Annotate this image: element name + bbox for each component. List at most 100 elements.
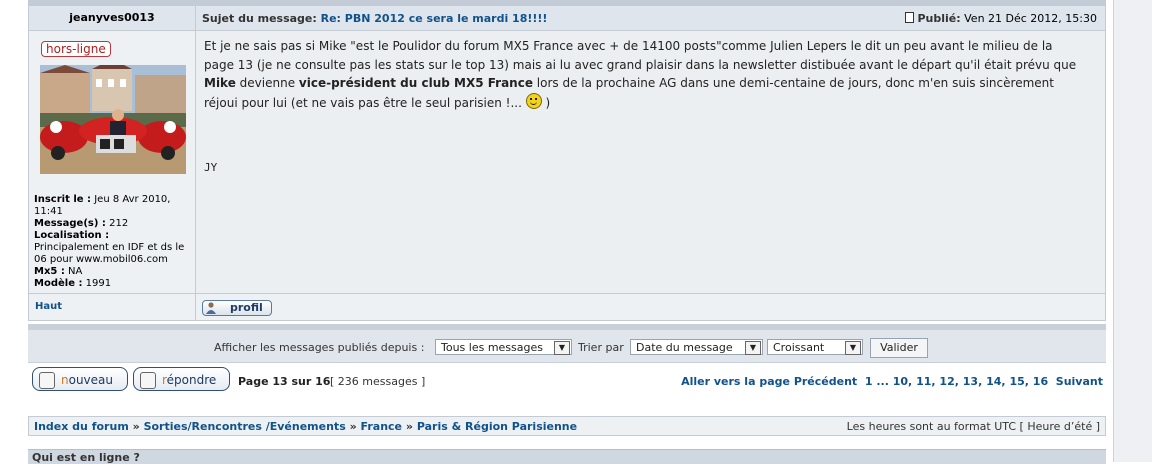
new-topic-button[interactable]: nouveau	[32, 367, 128, 391]
reply-label-rest: épondre	[166, 373, 217, 387]
body-text-1: Et je ne sais pas si Mike "est le Poulid…	[204, 39, 1077, 72]
body-bold-1: Mike	[204, 76, 236, 90]
profile-button[interactable]: profil	[202, 300, 272, 316]
who-online-title: Qui est en ligne ?	[32, 451, 140, 464]
breadcrumb-separator: »	[132, 420, 140, 433]
sort-order-select[interactable]: Croissant ▼	[767, 339, 863, 355]
page-link[interactable]: 15,	[1009, 375, 1029, 388]
post-body-row: hors-ligne Inscrit le: Jeu 8 Avr 2010, …	[28, 30, 1106, 294]
profile-cell: hors-ligne Inscrit le: Jeu 8 Avr 2010, …	[28, 30, 196, 294]
published-info: Publié: Ven 21 Déc 2012, 15:30	[905, 12, 1097, 25]
messages-label: Message(s) :	[34, 218, 106, 229]
body-bold-2: vice-président du club MX5 France	[298, 76, 533, 90]
breadcrumb-item-paris[interactable]: Paris & Région Parisienne	[417, 420, 577, 433]
breadcrumb-item-index[interactable]: Index du forum	[34, 420, 129, 433]
subject-label: Sujet du message:	[202, 12, 317, 25]
post-footer-row: Haut profil	[28, 293, 1106, 321]
author-name[interactable]: jeanyves0013	[29, 6, 195, 30]
next-page-link[interactable]: Suivant	[1056, 375, 1103, 388]
new-topic-label-first: n	[61, 373, 69, 387]
new-topic-label-rest: ouveau	[68, 373, 113, 387]
haut-cell: Haut	[28, 293, 196, 321]
reply-button[interactable]: répondre	[133, 367, 230, 391]
subject-cell: Sujet du message: Re: PBN 2012 ce sera l…	[195, 5, 1106, 31]
signature: JY	[204, 161, 218, 174]
meta-messages: Message(s) : 212	[34, 218, 194, 230]
depuis-value: Tous les messages	[441, 341, 543, 354]
message-cell: Et je ne sais pas si Mike "est le Poulid…	[195, 30, 1106, 294]
subject-line: Sujet du message: Re: PBN 2012 ce sera l…	[202, 12, 547, 25]
meta-modele: Modèle : 1991	[34, 278, 194, 290]
page-info: Page 13 sur 16	[238, 375, 331, 388]
user-icon	[206, 302, 216, 314]
subject-bar: Sujet du message: Re: PBN 2012 ce sera l…	[196, 6, 1105, 30]
current-page: 13,	[962, 375, 983, 388]
post-header-row: jeanyves0013 Sujet du message: Re: PBN 2…	[28, 5, 1106, 31]
page-link[interactable]: 16	[1033, 375, 1048, 388]
breadcrumb-item-france[interactable]: France	[361, 420, 402, 433]
post-table: jeanyves0013 Sujet du message: Re: PBN 2…	[28, 5, 1106, 321]
sort-order-value: Croissant	[773, 341, 825, 354]
page-left-margin	[0, 0, 24, 462]
subject-link[interactable]: Re: PBN 2012 ce sera le mardi 18!!!!	[321, 12, 548, 25]
status-badge: hors-ligne	[41, 41, 111, 57]
breadcrumb: Index du forum » Sorties/Rencontres /Evé…	[28, 416, 1106, 436]
body-text-4: )	[541, 95, 551, 110]
back-to-top-link[interactable]: Haut	[35, 301, 62, 312]
profile-button-cell: profil	[195, 293, 1106, 321]
breadcrumb-separator: »	[405, 420, 413, 433]
page-link[interactable]: 14,	[986, 375, 1006, 388]
body-text-2: devienne	[235, 76, 299, 90]
post-icon[interactable]	[905, 12, 915, 23]
trier-label: Trier par	[578, 341, 624, 354]
pagination: Aller vers la page Précédent 1 ... 10, 1…	[681, 375, 1103, 388]
localisation-label: Localisation :	[34, 230, 110, 241]
depuis-select[interactable]: Tous les messages ▼	[435, 339, 572, 355]
inscrit-label: Inscrit le :	[34, 194, 92, 205]
page-link[interactable]: 1	[865, 375, 873, 388]
message-count: [ 236 messages ]	[330, 375, 426, 388]
document-icon	[39, 372, 55, 389]
profile-meta: Inscrit le : Jeu 8 Avr 2010, 11:41 Messa…	[34, 194, 194, 290]
breadcrumb-item-sorties[interactable]: Sorties/Rencontres /Evénements	[144, 420, 346, 433]
meta-inscrit: Inscrit le : Jeu 8 Avr 2010, 11:41	[34, 194, 194, 218]
localisation-value: Principalement en IDF et ds le 06 pour w…	[34, 242, 185, 265]
page-ellipsis: ...	[876, 375, 889, 388]
sort-by-select[interactable]: Date du message ▼	[630, 339, 763, 355]
published-label: Publié:	[917, 12, 961, 25]
mx5-value: NA	[68, 266, 83, 277]
reply-label: répondre	[162, 368, 216, 392]
profile-button-label: profil	[230, 301, 263, 314]
messages-value: 212	[109, 218, 129, 229]
mx5-label: Mx5 :	[34, 266, 65, 277]
page-link[interactable]: 12,	[939, 375, 959, 388]
display-filter-bar: Afficher les messages publiés depuis : T…	[28, 330, 1106, 363]
published-date: Ven 21 Déc 2012, 15:30	[964, 12, 1097, 25]
sort-by-value: Date du message	[636, 341, 733, 354]
chevron-down-icon: ▼	[745, 341, 761, 355]
page-right-gutter	[1113, 0, 1152, 462]
prev-page-link[interactable]: Précédent	[794, 375, 857, 388]
meta-mx5: Mx5 : NA	[34, 266, 194, 278]
goto-page-label[interactable]: Aller vers la page	[681, 375, 790, 388]
chevron-down-icon: ▼	[554, 341, 570, 355]
modele-value: 1991	[85, 278, 112, 289]
breadcrumb-separator: »	[349, 420, 357, 433]
avatar	[40, 65, 186, 174]
smiley-icon	[525, 92, 542, 109]
modele-label: Modèle :	[34, 278, 83, 289]
meta-localisation: Localisation :	[34, 230, 194, 242]
timezone-note: Les heures sont au format UTC [ Heure d’…	[846, 420, 1100, 433]
author-cell: jeanyves0013	[28, 5, 196, 31]
forum-frame: jeanyves0013 Sujet du message: Re: PBN 2…	[28, 0, 1106, 464]
topic-actions: nouveau répondre Page 13 sur 16 [ 236 me…	[28, 366, 1106, 394]
breadcrumb-trail: Index du forum » Sorties/Rencontres /Evé…	[34, 420, 577, 433]
page-link[interactable]: 11,	[916, 375, 936, 388]
post-body: Et je ne sais pas si Mike "est le Poulid…	[204, 37, 1084, 112]
depuis-label: Afficher les messages publiés depuis :	[214, 341, 425, 354]
new-topic-label: nouveau	[61, 368, 113, 392]
validate-button[interactable]: Valider	[870, 338, 928, 358]
page-link[interactable]: 10,	[893, 375, 913, 388]
document-icon	[140, 372, 156, 389]
chevron-down-icon: ▼	[845, 341, 861, 355]
